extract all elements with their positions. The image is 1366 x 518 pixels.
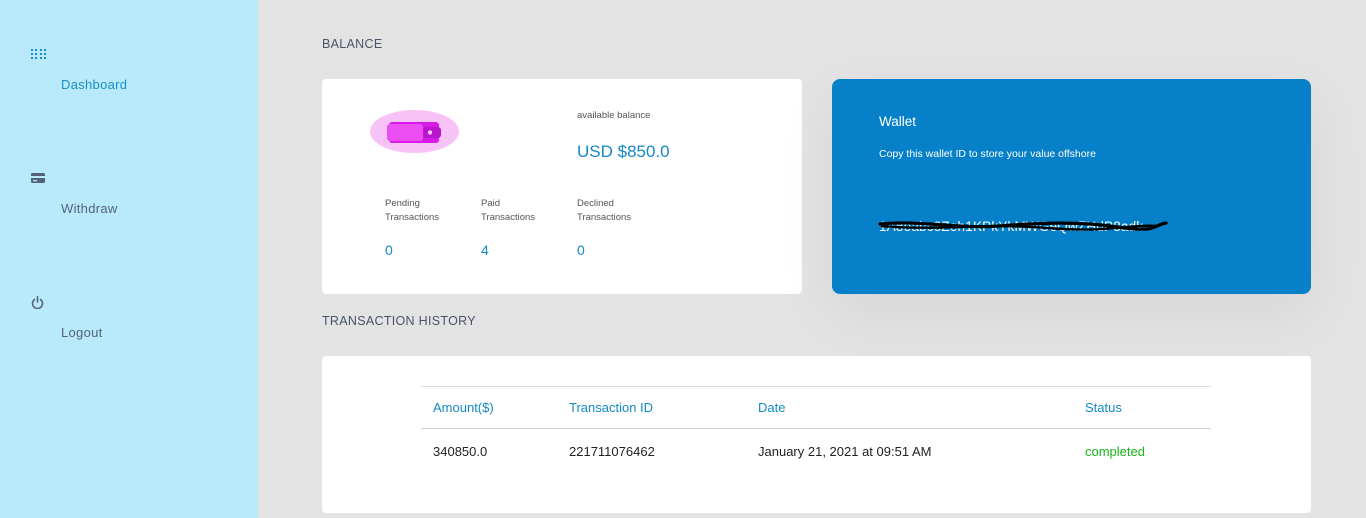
table-header-row: Amount($) Transaction ID Date Status xyxy=(421,386,1211,429)
column-header-amount: Amount($) xyxy=(421,386,557,429)
paid-transactions-value: 4 xyxy=(481,242,489,258)
redaction-scribble xyxy=(878,221,1168,231)
declined-transactions-label: Declined Transactions xyxy=(577,198,632,223)
paid-transactions-label: Paid Transactions xyxy=(481,198,536,223)
cell-date: January 21, 2021 at 09:51 AM xyxy=(758,444,932,459)
pending-transactions-label: Pending Transactions xyxy=(385,198,440,223)
balance-section-title: BALANCE xyxy=(322,37,383,51)
column-header-status: Status xyxy=(1073,386,1211,429)
wallet-card: Wallet Copy this wallet ID to store your… xyxy=(832,79,1311,294)
status-badge: completed xyxy=(1085,444,1145,459)
column-header-transaction-id: Transaction ID xyxy=(557,386,746,429)
transaction-history-card: Amount($) Transaction ID Date Status 340… xyxy=(322,356,1311,513)
transaction-table: Amount($) Transaction ID Date Status 340… xyxy=(421,386,1211,474)
sidebar-item-label: Withdraw xyxy=(61,201,118,216)
declined-transactions-value: 0 xyxy=(577,242,585,258)
balance-card: available balance USD $850.0 Pending Tra… xyxy=(322,79,802,294)
transaction-history-title: TRANSACTION HISTORY xyxy=(322,314,476,328)
credit-card-icon xyxy=(31,173,45,183)
sidebar-item-label: Logout xyxy=(61,325,103,340)
wallet-subtitle: Copy this wallet ID to store your value … xyxy=(879,148,1096,160)
cell-amount: 340850.0 xyxy=(433,444,488,459)
wallet-title: Wallet xyxy=(879,114,917,129)
sidebar: Dashboard Withdraw Logout xyxy=(0,0,258,518)
available-balance-value: USD $850.0 xyxy=(577,142,670,161)
sidebar-item-label: Dashboard xyxy=(61,77,128,92)
power-icon xyxy=(31,295,44,309)
column-header-date: Date xyxy=(746,386,1073,429)
available-balance-label: available balance xyxy=(577,110,651,121)
table-row: 340850.0 221711076462 January 21, 2021 a… xyxy=(421,429,1211,475)
pending-transactions-value: 0 xyxy=(385,242,393,258)
grid-dots-icon xyxy=(31,49,46,59)
cell-transaction-id: 221711076462 xyxy=(569,444,655,459)
wallet-icon xyxy=(370,110,459,153)
